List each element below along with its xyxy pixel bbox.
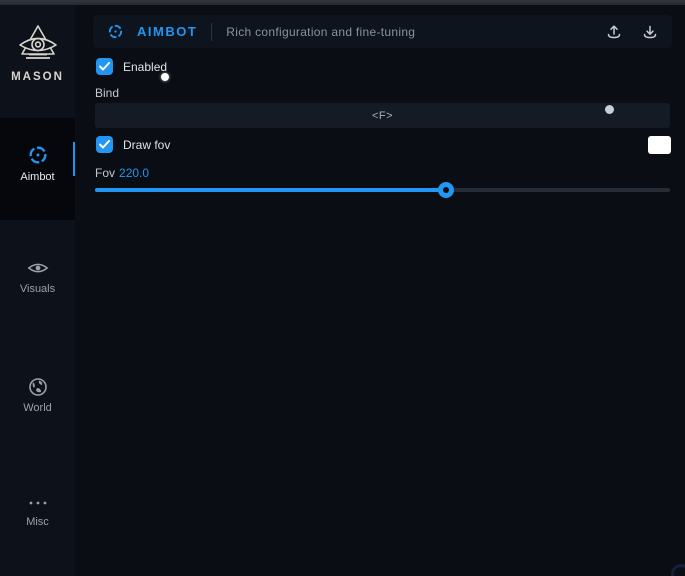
window-top-edge <box>0 0 685 5</box>
sidebar-item-label: Visuals <box>0 283 75 295</box>
fov-color-swatch[interactable] <box>648 136 671 154</box>
bind-input[interactable]: <F> <box>95 103 670 128</box>
brand-logo: MASON <box>0 23 75 83</box>
page-header: AIMBOT Rich configuration and fine-tunin… <box>93 15 672 48</box>
fov-slider[interactable] <box>95 183 670 197</box>
active-tab-indicator <box>73 142 75 176</box>
download-config-button[interactable] <box>642 24 658 40</box>
corner-artifact <box>671 564 685 576</box>
sidebar-item-label: Aimbot <box>0 171 75 183</box>
bind-value: <F> <box>372 110 393 122</box>
bind-label: Bind <box>95 86 119 100</box>
download-icon <box>642 24 658 40</box>
sidebar-item-label: World <box>0 402 75 414</box>
draw-fov-label: Draw fov <box>123 138 170 152</box>
sidebar-item-label: Misc <box>0 516 75 528</box>
eye-icon <box>27 258 49 278</box>
ellipsis-icon <box>27 495 49 511</box>
check-icon <box>99 140 110 149</box>
crosshair-icon <box>107 23 124 40</box>
enabled-label: Enabled <box>123 60 167 74</box>
globe-icon <box>28 377 48 397</box>
cursor-dot <box>605 105 614 114</box>
enabled-checkbox[interactable] <box>96 58 113 75</box>
fov-slider-fill <box>95 188 446 192</box>
crosshair-icon <box>27 144 49 166</box>
header-actions <box>606 24 658 40</box>
upload-config-button[interactable] <box>606 24 622 40</box>
brand-name: MASON <box>0 71 75 83</box>
check-icon <box>99 62 110 71</box>
mason-pyramid-eye-icon <box>15 23 61 67</box>
sidebar-item-misc[interactable]: Misc <box>0 495 75 555</box>
sidebar-item-world[interactable]: World <box>0 377 75 437</box>
sidebar-item-visuals[interactable]: Visuals <box>0 258 75 318</box>
mouse-cursor-dot <box>161 73 169 81</box>
upload-icon <box>606 24 622 40</box>
page-subtitle: Rich configuration and fine-tuning <box>226 25 415 39</box>
divider <box>211 23 212 41</box>
fov-label: Fov <box>95 166 115 180</box>
fov-value: 220.0 <box>119 166 149 180</box>
fov-slider-handle[interactable] <box>438 182 454 198</box>
draw-fov-row: Draw fov <box>96 136 170 153</box>
draw-fov-checkbox[interactable] <box>96 136 113 153</box>
fov-label-row: Fov 220.0 <box>95 166 149 180</box>
enabled-row: Enabled <box>96 58 167 75</box>
sidebar: MASON Aimbot Visuals World Misc <box>0 5 75 576</box>
sidebar-item-aimbot[interactable]: Aimbot <box>0 118 75 220</box>
page-title: AIMBOT <box>137 24 197 39</box>
